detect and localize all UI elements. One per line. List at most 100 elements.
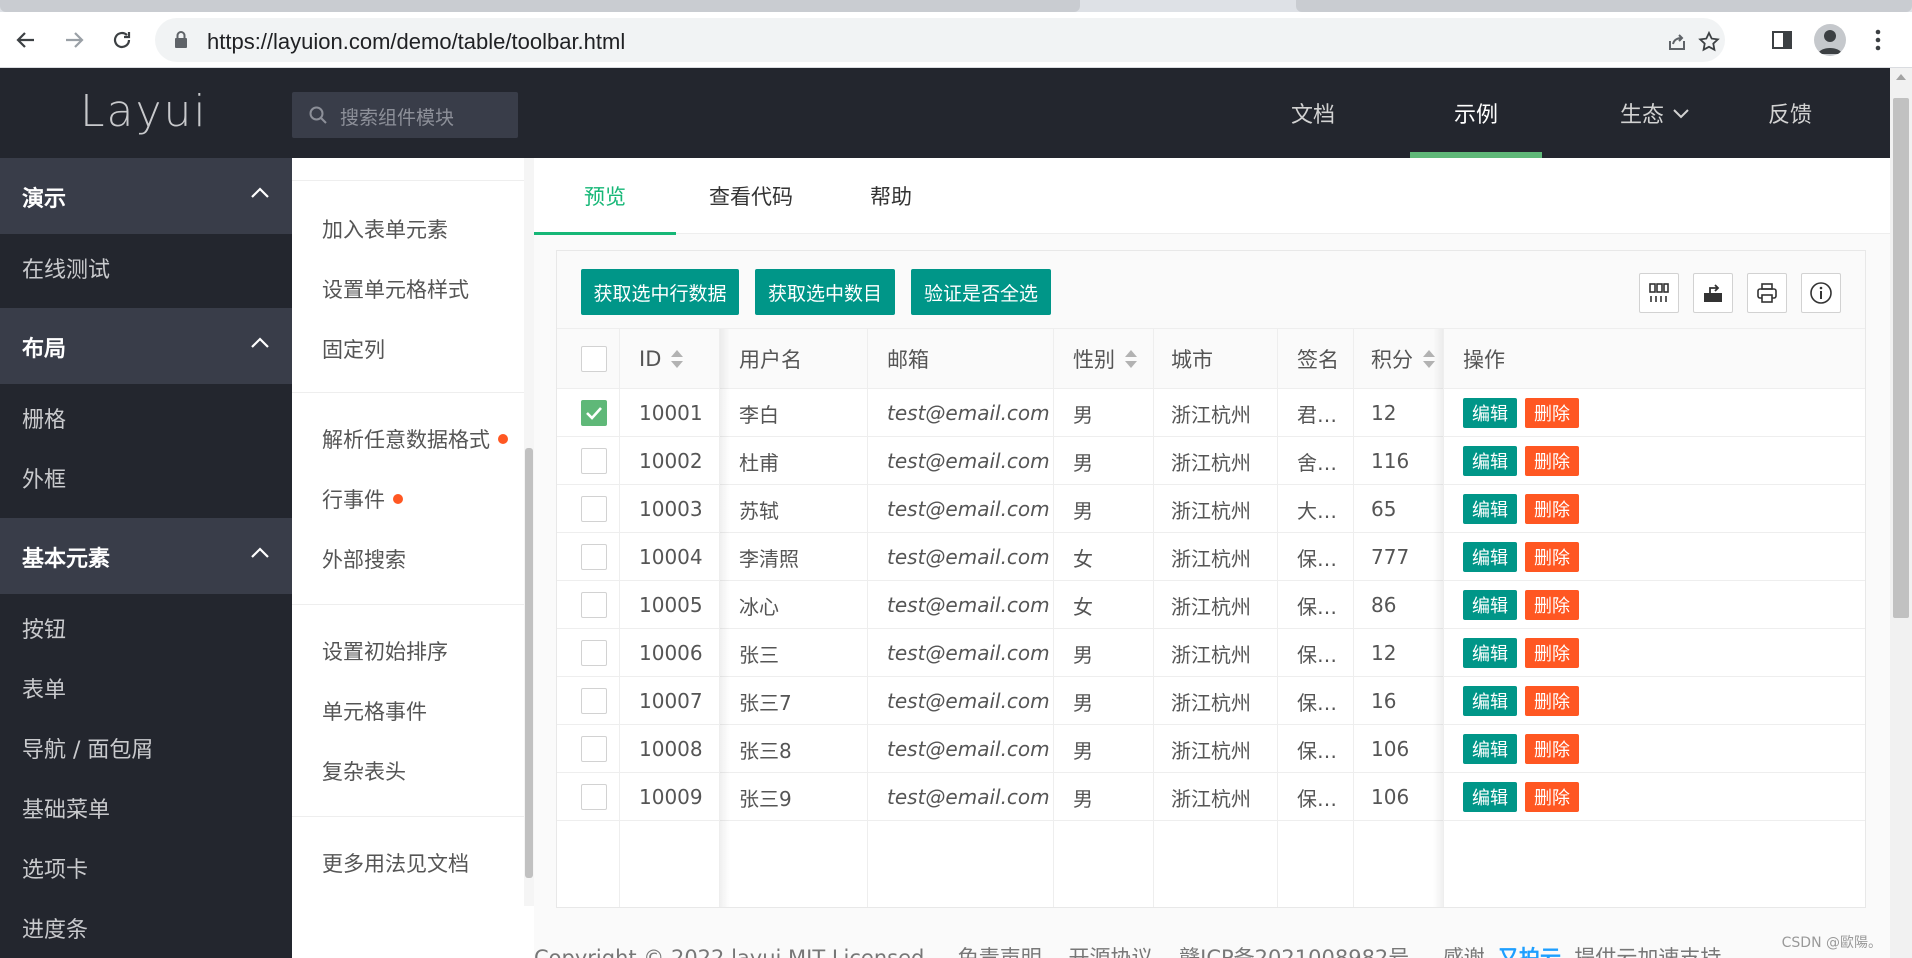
demo-item[interactable]: 单元格事件 (322, 696, 427, 726)
nav-feedback[interactable]: 反馈 (1740, 68, 1840, 158)
export-button[interactable] (1693, 273, 1733, 313)
table-row[interactable]: 10004 李清照 test@email.com 女 浙江杭州 保… 777 编辑 删除 (557, 533, 1865, 581)
reload-button[interactable] (106, 24, 138, 56)
demo-item[interactable]: 设置单元格样式 (322, 274, 469, 304)
table-row[interactable]: 10007 张三7 test@email.com 男 浙江杭州 保… 16 编辑 删除 (557, 677, 1865, 725)
delete-button[interactable]: 删除 (1525, 734, 1579, 764)
delete-button[interactable]: 删除 (1525, 590, 1579, 620)
print-button[interactable] (1747, 273, 1787, 313)
demo-item[interactable]: 设置初始排序 (322, 636, 448, 666)
info-button[interactable] (1801, 273, 1841, 313)
delete-button[interactable]: 删除 (1525, 542, 1579, 572)
get-checked-count-button[interactable]: 获取选中数目 (755, 269, 895, 315)
sidebar-item-form[interactable]: 表单 (22, 672, 66, 704)
table-row[interactable]: 10001 李白 test@email.com 男 浙江杭州 君… 12 编辑 删除 (557, 389, 1865, 437)
row-checkbox[interactable] (581, 448, 607, 474)
sidebar-item-progress[interactable]: 进度条 (22, 912, 88, 944)
table-row[interactable]: 10003 苏轼 test@email.com 男 浙江杭州 大… 65 编辑 删除 (557, 485, 1865, 533)
disclaimer-link[interactable]: 免责声明 (958, 946, 1042, 958)
demo-item[interactable]: 复杂表头 (322, 756, 406, 786)
delete-button[interactable]: 删除 (1525, 686, 1579, 716)
side-panel-button[interactable] (1764, 22, 1800, 58)
table-row[interactable]: 10009 张三9 test@email.com 男 浙江杭州 保… 106 编辑 删除 (557, 773, 1865, 821)
edit-button[interactable]: 编辑 (1463, 542, 1517, 572)
delete-button[interactable]: 删除 (1525, 638, 1579, 668)
row-checkbox[interactable] (581, 688, 607, 714)
sidebar-item-tabs[interactable]: 选项卡 (22, 852, 88, 884)
scrollbar-thumb[interactable] (1893, 98, 1909, 618)
edit-button[interactable]: 编辑 (1463, 638, 1517, 668)
row-checkbox[interactable] (581, 736, 607, 762)
column-header-score[interactable]: 积分 (1371, 329, 1435, 389)
sidebar-item-nav-breadcrumb[interactable]: 导航 / 面包屑 (22, 732, 153, 764)
demo-item[interactable]: 行事件 (322, 484, 403, 514)
component-search-input[interactable]: 搜索组件模块 (292, 92, 518, 138)
browser-tab[interactable] (0, 0, 1080, 12)
edit-button[interactable]: 编辑 (1463, 446, 1517, 476)
demo-item[interactable]: 外部搜索 (322, 544, 406, 574)
delete-button[interactable]: 删除 (1525, 446, 1579, 476)
sidebar-item-frame[interactable]: 外框 (22, 462, 66, 494)
delete-button[interactable]: 删除 (1525, 494, 1579, 524)
table-row[interactable]: 10006 张三 test@email.com 男 浙江杭州 保… 12 编辑 删除 (557, 629, 1865, 677)
edit-button[interactable]: 编辑 (1463, 686, 1517, 716)
edit-button[interactable]: 编辑 (1463, 398, 1517, 428)
nav-ecosystem[interactable]: 生态 (1600, 68, 1710, 158)
license-link[interactable]: 开源协议 (1068, 946, 1152, 958)
tab-view-code[interactable]: 查看代码 (676, 158, 826, 234)
row-checkbox[interactable] (581, 496, 607, 522)
select-all-checkbox[interactable] (581, 346, 607, 372)
edit-button[interactable]: 编辑 (1463, 590, 1517, 620)
scroll-up-arrow-icon[interactable] (1896, 74, 1906, 80)
demo-item[interactable]: 解析任意数据格式 (322, 424, 508, 454)
demo-item[interactable]: 加入表单元素 (322, 214, 448, 244)
demo-item[interactable]: 固定列 (322, 334, 385, 364)
row-checkbox[interactable] (581, 592, 607, 618)
tab-help[interactable]: 帮助 (826, 158, 956, 234)
demo-item[interactable]: 更多用法见文档 (322, 848, 469, 878)
browser-menu-button[interactable] (1860, 22, 1896, 58)
sort-icon[interactable] (1125, 349, 1137, 369)
demo-list-scrollbar[interactable] (524, 158, 534, 906)
share-button[interactable] (1663, 28, 1691, 56)
nav-examples[interactable]: 示例 (1410, 68, 1542, 158)
filter-columns-button[interactable] (1639, 273, 1679, 313)
row-checkbox[interactable] (581, 784, 607, 810)
row-checkbox[interactable] (581, 400, 607, 426)
column-header-id[interactable]: ID (639, 329, 684, 389)
get-checked-rows-button[interactable]: 获取选中行数据 (581, 269, 739, 315)
profile-button[interactable] (1812, 22, 1848, 58)
sidebar-item-button[interactable]: 按钮 (22, 612, 66, 644)
edit-button[interactable]: 编辑 (1463, 734, 1517, 764)
column-header-sex[interactable]: 性别 (1073, 329, 1137, 389)
sidebar-item-online-test[interactable]: 在线测试 (22, 252, 110, 284)
sidebar-item-grid[interactable]: 栅格 (22, 402, 66, 434)
table-row[interactable]: 10008 张三8 test@email.com 男 浙江杭州 保… 106 编辑 删除 (557, 725, 1865, 773)
browser-tab[interactable] (1296, 0, 1912, 12)
bookmark-button[interactable] (1695, 28, 1723, 56)
sidebar-item-basic-menu[interactable]: 基础菜单 (22, 792, 110, 824)
tab-preview[interactable]: 预览 (534, 158, 676, 235)
page-scrollbar[interactable] (1890, 68, 1912, 958)
row-checkbox[interactable] (581, 640, 607, 666)
edit-button[interactable]: 编辑 (1463, 782, 1517, 812)
nav-docs[interactable]: 文档 (1262, 68, 1364, 158)
icp-link[interactable]: 赣ICP备2021008982号 (1179, 946, 1409, 958)
check-all-button[interactable]: 验证是否全选 (911, 269, 1051, 315)
site-logo[interactable]: Layui (80, 86, 208, 137)
sponsor-link[interactable]: 又拍云 (1498, 946, 1561, 958)
delete-button[interactable]: 删除 (1525, 782, 1579, 812)
delete-button[interactable]: 删除 (1525, 398, 1579, 428)
table-row[interactable]: 10005 冰心 test@email.com 女 浙江杭州 保… 86 编辑 删除 (557, 581, 1865, 629)
sidebar-group-basic-elements[interactable]: 基本元素 (0, 518, 292, 594)
address-bar[interactable]: https://layuion.com/demo/table/toolbar.h… (155, 18, 1725, 62)
edit-button[interactable]: 编辑 (1463, 494, 1517, 524)
row-checkbox[interactable] (581, 544, 607, 570)
table-row[interactable]: 10002 杜甫 test@email.com 男 浙江杭州 舍… 116 编辑 删除 (557, 437, 1865, 485)
scrollbar-thumb[interactable] (525, 448, 533, 878)
sort-icon[interactable] (671, 349, 684, 369)
forward-button[interactable] (58, 24, 90, 56)
sidebar-group-demo[interactable]: 演示 (0, 158, 292, 234)
sidebar-group-layout[interactable]: 布局 (0, 308, 292, 384)
back-button[interactable] (10, 24, 42, 56)
